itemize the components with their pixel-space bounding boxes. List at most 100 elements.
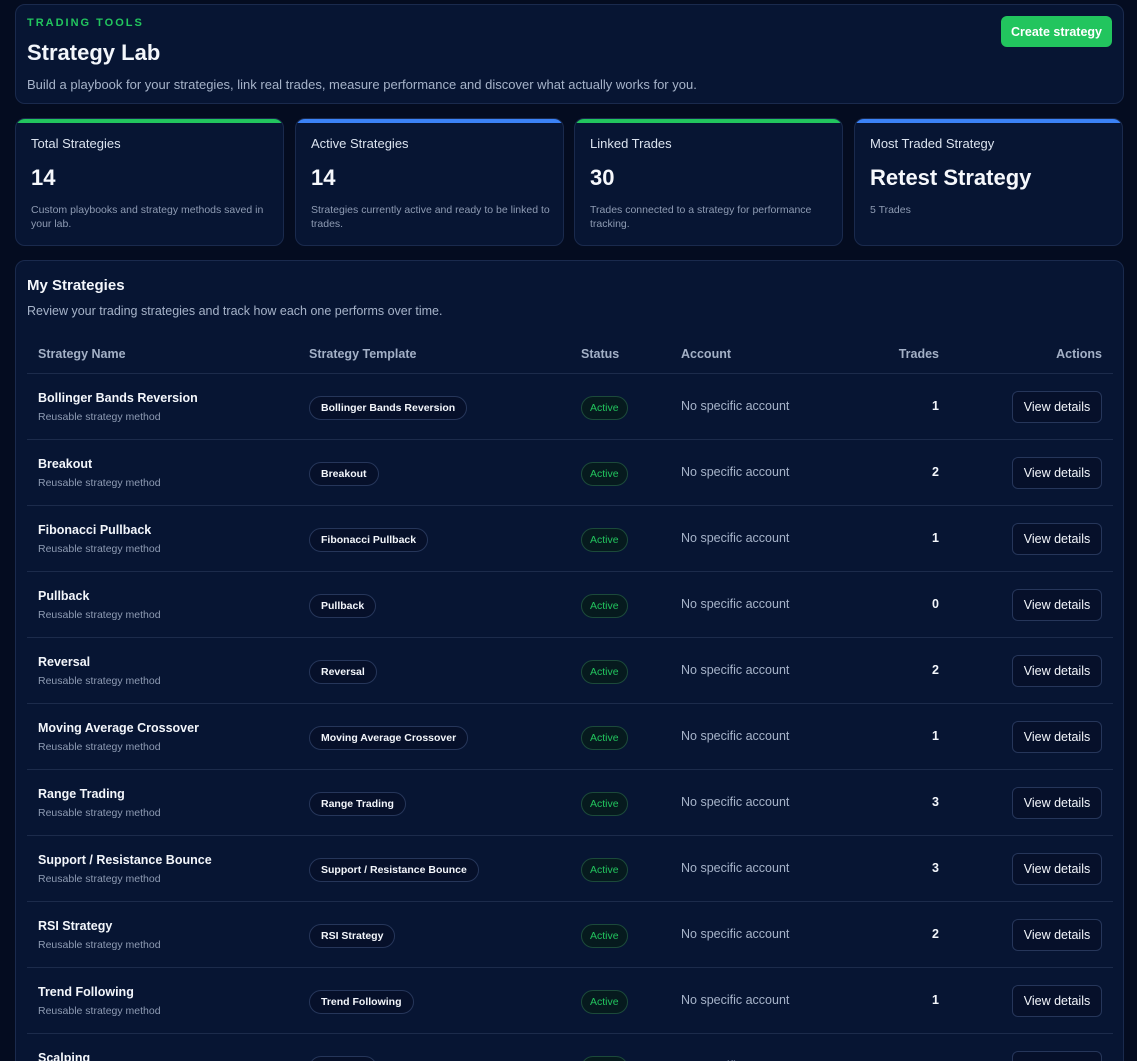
- column-header-actions: Actions: [1056, 347, 1102, 361]
- table-row: Bollinger Bands Reversion Reusable strate…: [27, 374, 1113, 440]
- account-value: No specific account: [681, 399, 790, 413]
- strategy-name: Moving Average Crossover: [38, 721, 199, 735]
- strategy-lab-page: TRADING TOOLS Strategy Lab Build a playb…: [0, 0, 1137, 1061]
- strategy-name: Pullback: [38, 589, 90, 603]
- stat-card-linked-trades: Linked Trades 30 Trades connected to a s…: [574, 118, 843, 246]
- view-details-button[interactable]: View details: [1012, 655, 1102, 687]
- stat-description: Trades connected to a strategy for perfo…: [590, 204, 812, 230]
- trades-count: 1: [932, 399, 939, 413]
- status-badge: Active: [581, 858, 628, 882]
- page-title: Strategy Lab: [27, 40, 161, 65]
- section-eyebrow: TRADING TOOLS: [27, 17, 144, 29]
- trades-count: 1: [932, 531, 939, 545]
- table-row: ScalpingReusable strategy methodScalping…: [27, 1034, 1113, 1061]
- strategy-method: Reusable strategy method: [38, 543, 161, 555]
- panel-subtitle: Review your trading strategies and track…: [27, 304, 443, 318]
- column-header-status: Status: [581, 347, 620, 361]
- stat-value: 14: [31, 165, 56, 190]
- status-badge: Active: [581, 726, 628, 750]
- trades-count: 3: [932, 861, 939, 875]
- table-row: Breakout Reusable strategy method Breakout…: [27, 440, 1113, 506]
- view-details-button[interactable]: View details: [1012, 787, 1102, 819]
- account-value: No specific account: [681, 993, 790, 1007]
- status-badge: Active: [581, 924, 628, 948]
- strategy-template-badge: Scalping: [309, 1056, 377, 1061]
- strategy-name: Reversal: [38, 655, 91, 669]
- strategy-template-badge: Reversal: [309, 660, 377, 684]
- trades-count: 2: [932, 465, 939, 479]
- strategy-template-badge: Pullback: [309, 594, 377, 618]
- account-value: No specific account: [681, 597, 790, 611]
- column-header-strategy-template: Strategy Template: [309, 347, 417, 361]
- create-strategy-button[interactable]: Create strategy: [1001, 16, 1112, 47]
- status-badge: Active: [581, 1056, 628, 1061]
- strategy-method: Reusable strategy method: [38, 807, 161, 819]
- panel-title: My Strategies: [27, 277, 125, 294]
- stat-description: Strategies currently active and ready to…: [311, 204, 550, 230]
- strategy-method: Reusable strategy method: [38, 477, 161, 489]
- account-value: No specific account: [681, 663, 790, 677]
- strategy-name: Range Trading: [38, 787, 125, 801]
- column-header-account: Account: [681, 347, 731, 361]
- status-badge: Active: [581, 594, 628, 618]
- view-details-button[interactable]: View details: [1012, 985, 1102, 1017]
- strategy-method: Reusable strategy method: [38, 1005, 161, 1017]
- strategies-table-body: Bollinger Bands Reversion Reusable strate…: [27, 374, 1113, 1061]
- strategy-name: Support / Resistance Bounce: [38, 853, 212, 867]
- table-row: Fibonacci Pullback Reusable strategy meth…: [27, 506, 1113, 572]
- my-strategies-panel: My Strategies Review your trading strate…: [15, 260, 1124, 1061]
- strategy-method: Reusable strategy method: [38, 411, 161, 423]
- view-details-button[interactable]: View details: [1012, 457, 1102, 489]
- account-value: No specific account: [681, 729, 790, 743]
- trades-count: 1: [932, 729, 939, 743]
- strategy-name: RSI Strategy: [38, 919, 113, 933]
- view-details-button[interactable]: View details: [1012, 523, 1102, 555]
- table-header: Strategy Name Strategy Template Status A…: [27, 335, 1113, 374]
- table-row: Support / Resistance Bounce Reusable stra…: [27, 836, 1113, 902]
- strategy-method: Reusable strategy method: [38, 675, 161, 687]
- strategy-name: Breakout: [38, 457, 93, 471]
- table-row: Range Trading Reusable strategy method Ran…: [27, 770, 1113, 836]
- status-badge: Active: [581, 396, 628, 420]
- stat-card-total-strategies: Total Strategies 14 Custom playbooks and…: [15, 118, 284, 246]
- column-header-strategy-name: Strategy Name: [38, 347, 126, 361]
- trades-count: 0: [932, 597, 939, 611]
- strategy-template-badge: RSI Strategy: [309, 924, 396, 948]
- trades-count: 1: [932, 993, 939, 1007]
- strategy-template-badge: Trend Following: [309, 990, 414, 1014]
- table-row: Moving Average Crossover Reusable strateg…: [27, 704, 1113, 770]
- strategy-name: Scalping: [38, 1051, 91, 1061]
- stat-label: Most Traded Strategy: [870, 136, 995, 151]
- view-details-button[interactable]: View details: [1012, 1051, 1102, 1061]
- view-details-button[interactable]: View details: [1012, 853, 1102, 885]
- table-row: Pullback Reusable strategy method Pullback…: [27, 572, 1113, 638]
- trades-count: 3: [932, 795, 939, 809]
- table-row: Reversal Reusable strategy method Reversal…: [27, 638, 1113, 704]
- view-details-button[interactable]: View details: [1012, 391, 1102, 423]
- account-value: No specific account: [681, 861, 790, 875]
- view-details-button[interactable]: View details: [1012, 919, 1102, 951]
- stat-value: 30: [590, 165, 615, 190]
- strategy-template-badge: Range Trading: [309, 792, 406, 816]
- strategy-template-badge: Fibonacci Pullback: [309, 528, 429, 552]
- table-row: RSI Strategy Reusable strategy method RSI …: [27, 902, 1113, 968]
- status-badge: Active: [581, 528, 628, 552]
- strategy-name: Fibonacci Pullback: [38, 523, 152, 537]
- stat-value: Retest Strategy: [870, 165, 1032, 190]
- view-details-button[interactable]: View details: [1012, 721, 1102, 753]
- stat-card-most-traded-strategy: Most Traded Strategy Retest Strategy 5 T…: [854, 118, 1123, 246]
- status-badge: Active: [581, 660, 628, 684]
- status-badge: Active: [581, 990, 628, 1014]
- account-value: No specific account: [681, 465, 790, 479]
- account-value: No specific account: [681, 531, 790, 545]
- account-value: No specific account: [681, 927, 790, 941]
- view-details-button[interactable]: View details: [1012, 589, 1102, 621]
- stat-description: 5 Trades: [870, 204, 911, 216]
- column-header-trades: Trades: [898, 347, 939, 361]
- stat-label: Total Strategies: [31, 136, 121, 151]
- status-badge: Active: [581, 792, 628, 816]
- stat-value: 14: [311, 165, 336, 190]
- strategy-template-badge: Bollinger Bands Reversion: [309, 396, 468, 420]
- strategy-template-badge: Support / Resistance Bounce: [309, 858, 479, 882]
- trades-count: 2: [932, 663, 939, 677]
